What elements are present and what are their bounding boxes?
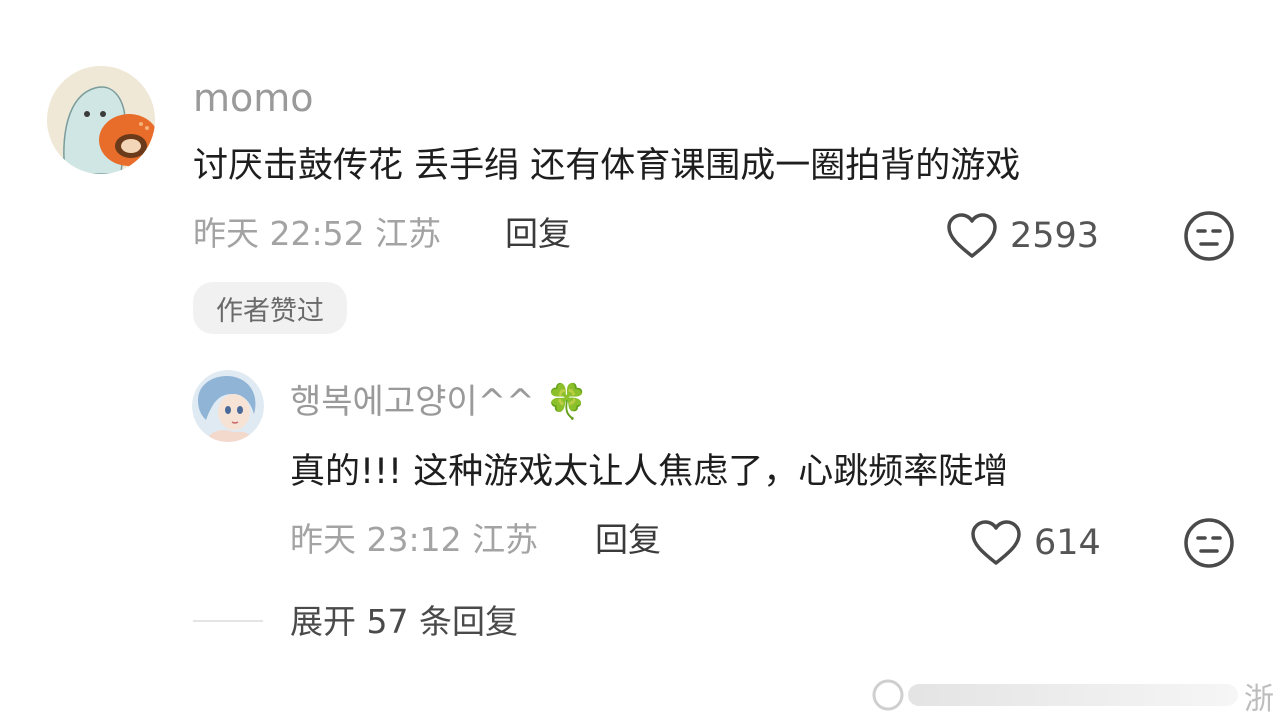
replier-username-row[interactable]: 행복에고양이^^ 🍀 (290, 378, 588, 426)
comment-date: 昨天 (193, 214, 259, 253)
replier-username: 행복에고양이^^ (290, 382, 535, 422)
comment-text: 讨厌击鼓传花 丢手绢 还有体育课围成一圈拍背的游戏 (193, 146, 1021, 186)
expand-divider (193, 620, 263, 622)
watermark-text: 浙 (1244, 682, 1274, 717)
heart-icon (946, 212, 998, 260)
comment-like-count: 2593 (1010, 216, 1100, 256)
author-liked-badge: 作者赞过 (193, 282, 347, 334)
reply-time: 23:12 (366, 520, 462, 559)
comment-time: 22:52 (269, 214, 365, 253)
commenter-avatar[interactable] (47, 66, 155, 174)
watermark: 浙 (868, 672, 1274, 718)
comment-meta: 昨天 22:52 江苏 (193, 211, 441, 257)
reply-meta: 昨天 23:12 江苏 (290, 517, 538, 563)
comment-location: 江苏 (375, 214, 442, 253)
reply-like-button[interactable]: 614 (970, 517, 1101, 569)
heart-icon (970, 519, 1022, 567)
reply-location: 江苏 (472, 520, 539, 559)
reply-like-count: 614 (1034, 523, 1101, 563)
commenter-username[interactable]: momo (193, 74, 314, 122)
dislike-face-icon[interactable] (1183, 210, 1235, 262)
reply-date: 昨天 (290, 520, 356, 559)
dislike-face-icon[interactable] (1183, 517, 1235, 569)
expand-replies-button[interactable]: 展开 57 条回复 (290, 599, 518, 645)
comment-like-button[interactable]: 2593 (946, 210, 1099, 262)
reply-reply-button[interactable]: 回复 (595, 517, 661, 563)
reply-text: 真的!!! 这种游戏太让人焦虑了，心跳频率陡增 (290, 452, 1009, 492)
comment-reply-button[interactable]: 回复 (505, 211, 571, 257)
four-leaf-clover-icon: 🍀 (545, 382, 588, 422)
replier-avatar[interactable] (192, 370, 264, 442)
